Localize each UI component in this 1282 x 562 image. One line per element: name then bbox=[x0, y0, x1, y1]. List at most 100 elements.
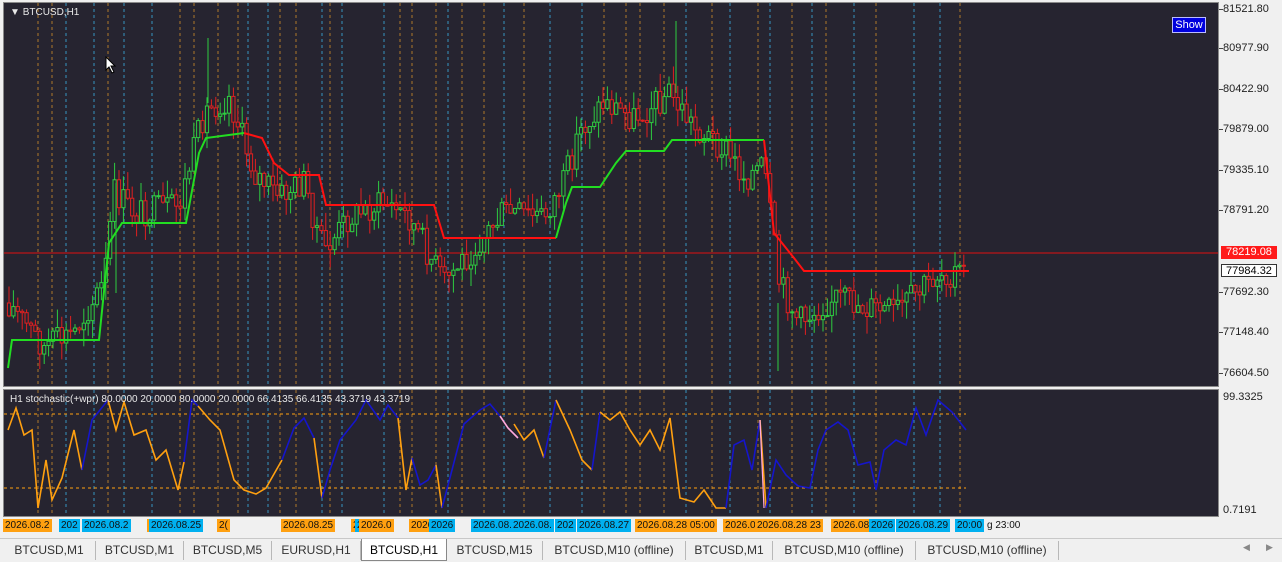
stochastic-line bbox=[321, 398, 399, 499]
candle-body bbox=[882, 304, 887, 312]
candle-body bbox=[416, 223, 421, 230]
scroll-left-icon[interactable]: ◀ bbox=[1243, 543, 1250, 553]
candle-body bbox=[354, 204, 359, 225]
chart-tab[interactable]: BTCUSD,M5 bbox=[184, 541, 272, 560]
candle-body bbox=[240, 122, 245, 128]
candle-body bbox=[345, 215, 350, 233]
scroll-right-icon[interactable]: ▶ bbox=[1266, 543, 1273, 553]
candle-body bbox=[310, 192, 315, 228]
chart-tab[interactable]: BTCUSD,M10 (offline) bbox=[773, 541, 916, 560]
candle-body bbox=[666, 83, 672, 98]
candle-body bbox=[842, 287, 848, 293]
candle-body bbox=[900, 299, 905, 303]
stochastic-line bbox=[183, 398, 199, 463]
candlestick-plot[interactable] bbox=[4, 3, 1218, 386]
price-scale[interactable] bbox=[1219, 2, 1282, 517]
indicator-pane[interactable]: H1 stochastic(+wpr) 80.0000 20.0000 80.0… bbox=[3, 389, 1219, 517]
stochastic-line bbox=[81, 399, 109, 471]
candle-body bbox=[191, 137, 196, 172]
chart-tab[interactable]: BTCUSD,M1 bbox=[96, 541, 184, 560]
candle-body bbox=[829, 301, 834, 317]
candle-body bbox=[820, 315, 826, 321]
candle-body bbox=[570, 155, 575, 170]
candle-body bbox=[860, 305, 865, 314]
candle-body bbox=[187, 170, 192, 180]
candle-body bbox=[266, 175, 271, 187]
candle-body bbox=[578, 126, 584, 135]
candle-body bbox=[609, 99, 614, 115]
candle-body bbox=[270, 175, 276, 186]
candle-body bbox=[288, 192, 293, 200]
candle-body bbox=[442, 266, 447, 273]
time-axis-label: 2026.08 bbox=[831, 519, 872, 532]
candle-body bbox=[398, 207, 403, 211]
candle-body bbox=[750, 169, 755, 190]
time-axis-label: 2026.08.29 bbox=[896, 519, 951, 532]
trailing-stop-line bbox=[7, 132, 245, 369]
candle-body bbox=[957, 264, 962, 268]
time-axis-label: 2026.08.2 bbox=[3, 519, 52, 532]
candle-body bbox=[719, 154, 724, 158]
candle-body bbox=[521, 202, 526, 210]
candle-body bbox=[944, 275, 949, 285]
candle-body bbox=[710, 130, 716, 135]
candle-body bbox=[380, 192, 386, 206]
stochastic-line bbox=[435, 464, 443, 509]
chart-tab[interactable]: EURUSD,H1 bbox=[272, 541, 361, 560]
candle-body bbox=[482, 237, 487, 253]
candle-body bbox=[895, 299, 900, 306]
candle-body bbox=[455, 268, 460, 271]
candle-body bbox=[517, 202, 522, 209]
time-axis-label: 20:00 bbox=[955, 519, 985, 532]
chart-title: ▼ BTCUSD,H1 bbox=[10, 7, 80, 18]
time-axis-label: g 23:00 bbox=[987, 520, 1021, 531]
candle-body bbox=[935, 279, 940, 287]
candle-body bbox=[367, 204, 372, 221]
candle-body bbox=[671, 83, 676, 99]
price-label: 79335.10 bbox=[1223, 164, 1269, 176]
candle-body bbox=[213, 107, 218, 117]
stochastic-line bbox=[555, 399, 593, 471]
show-button[interactable]: Show bbox=[1172, 17, 1206, 33]
candle-body bbox=[319, 225, 324, 232]
candle-body bbox=[420, 227, 425, 230]
chart-tab[interactable]: BTCUSD,M1 bbox=[686, 541, 773, 560]
candle-body bbox=[116, 179, 122, 209]
price-label: 80422.90 bbox=[1223, 83, 1269, 95]
stochastic-plot[interactable] bbox=[4, 390, 1218, 516]
price-tick bbox=[1219, 210, 1223, 211]
price-tick bbox=[1219, 129, 1223, 130]
candle-body bbox=[948, 283, 953, 288]
candle-body bbox=[284, 184, 289, 200]
candle-body bbox=[468, 264, 474, 270]
chart-tab[interactable]: BTCUSD,M10 (offline) bbox=[916, 541, 1059, 560]
candle-body bbox=[759, 157, 764, 167]
candle-body bbox=[15, 306, 20, 312]
chart-tab[interactable]: BTCUSD,M1 bbox=[3, 541, 96, 560]
candle-body bbox=[600, 101, 606, 109]
candle-body bbox=[737, 156, 742, 181]
stochastic-line bbox=[725, 419, 761, 509]
price-chart[interactable]: ▼ BTCUSD,H1 Show bbox=[3, 2, 1219, 387]
candle-body bbox=[477, 251, 482, 256]
candle-body bbox=[438, 255, 443, 268]
candle-body bbox=[244, 122, 249, 155]
candle-body bbox=[394, 202, 399, 211]
candle-body bbox=[794, 311, 799, 319]
price-tick bbox=[1219, 170, 1223, 171]
price-label: 76604.50 bbox=[1223, 367, 1269, 379]
indicator-scale-bottom: 0.7191 bbox=[1223, 504, 1257, 516]
candle-body bbox=[200, 120, 205, 134]
chart-tab[interactable]: BTCUSD,M15 bbox=[447, 541, 543, 560]
candle-body bbox=[11, 306, 16, 317]
candle-body bbox=[776, 234, 782, 285]
candle-body bbox=[856, 305, 861, 313]
chart-tab[interactable]: BTCUSD,M10 (offline) bbox=[543, 541, 686, 560]
chart-tab[interactable]: BTCUSD,H1 bbox=[361, 539, 447, 561]
chart-tab-bar: ◀ ▶ BTCUSD,M1 BTCUSD,M1 BTCUSD,M5 EURUSD,H1… bbox=[0, 538, 1282, 562]
candle-body bbox=[658, 90, 663, 114]
candle-body bbox=[275, 184, 280, 196]
time-axis[interactable]: 2026.08.22022026.08.22(2026.08.252(2026.… bbox=[3, 517, 1219, 535]
candle-body bbox=[605, 99, 610, 109]
stochastic-line bbox=[411, 457, 437, 487]
